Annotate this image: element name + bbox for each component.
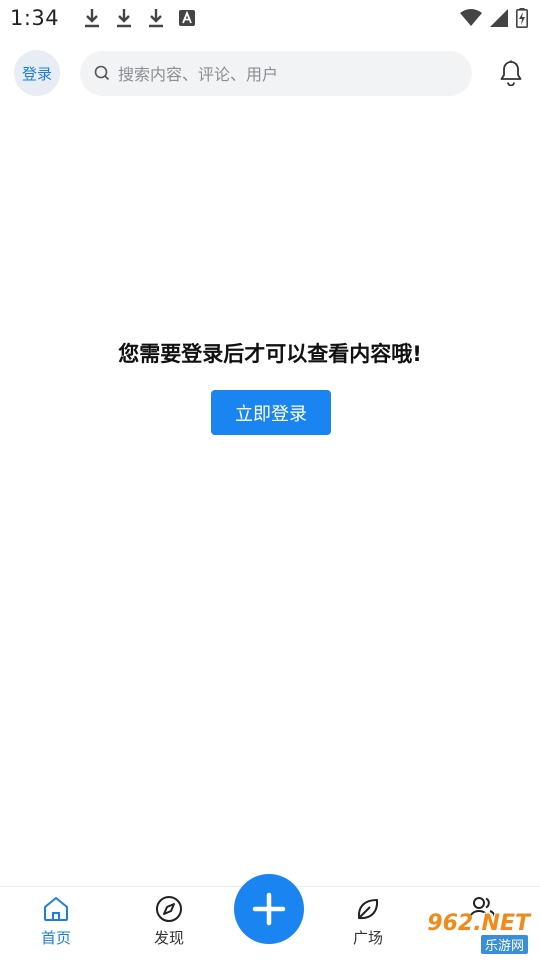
search-placeholder: 搜索内容、评论、用户 bbox=[118, 65, 279, 84]
nav-label-plaza: 广场 bbox=[352, 929, 383, 947]
status-notification-icons bbox=[83, 8, 196, 28]
nav-label-discover: 发现 bbox=[153, 929, 184, 947]
app-screen: 1:34 登录 搜索内容、评论、用户 您需要登录后才可以查看内容哦! 立即登录 bbox=[0, 0, 540, 960]
nav-label-home: 首页 bbox=[40, 929, 71, 947]
nav-item-plaza[interactable]: 广场 bbox=[333, 895, 403, 955]
bell-icon bbox=[500, 60, 522, 86]
login-avatar-button[interactable]: 登录 bbox=[14, 50, 60, 96]
download-icon bbox=[85, 9, 100, 28]
watermark-subtext: 乐游网 bbox=[480, 935, 528, 954]
status-system-icons bbox=[460, 8, 528, 28]
notification-button[interactable] bbox=[496, 58, 526, 88]
compass-icon bbox=[156, 896, 182, 922]
search-icon bbox=[94, 65, 110, 81]
nav-item-home[interactable]: 首页 bbox=[21, 895, 91, 955]
status-bar: 1:34 bbox=[0, 0, 540, 36]
home-icon bbox=[44, 897, 68, 921]
login-required-message: 您需要登录后才可以查看内容哦! bbox=[118, 342, 422, 366]
login-avatar-label: 登录 bbox=[21, 64, 52, 83]
signal-icon bbox=[490, 9, 508, 27]
create-post-button[interactable] bbox=[234, 874, 304, 944]
status-time: 1:34 bbox=[10, 6, 60, 30]
battery-icon bbox=[516, 8, 528, 28]
plus-icon bbox=[252, 892, 286, 926]
login-now-button[interactable]: 立即登录 bbox=[211, 390, 331, 435]
site-watermark: 962.NET 乐游网 bbox=[402, 907, 536, 955]
nav-item-discover[interactable]: 发现 bbox=[134, 895, 204, 955]
wifi-icon bbox=[460, 9, 482, 26]
search-input[interactable]: 搜索内容、评论、用户 bbox=[80, 50, 472, 96]
watermark-text: 962.NET bbox=[427, 911, 530, 936]
download-icon bbox=[117, 9, 132, 28]
app-a-icon bbox=[179, 10, 196, 26]
top-header: 登录 搜索内容、评论、用户 bbox=[0, 50, 540, 96]
leaf-icon bbox=[357, 899, 379, 920]
download-icon bbox=[149, 9, 164, 28]
